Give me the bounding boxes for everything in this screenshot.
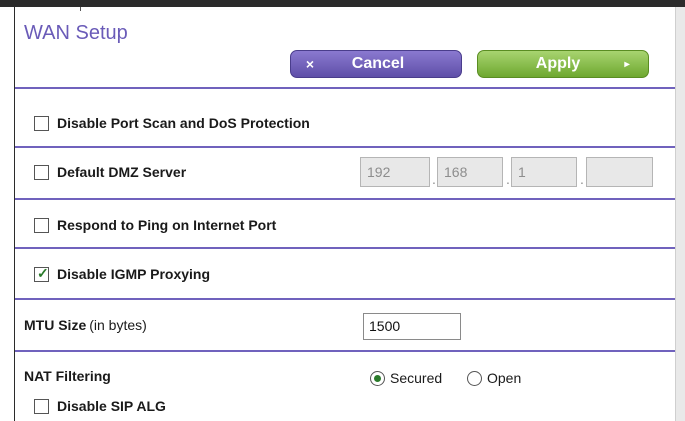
mtu-label: MTU Size [24,317,87,333]
divider [15,350,675,352]
apply-button[interactable]: Apply ▸ [477,50,649,78]
ping-row: Respond to Ping on Internet Port [34,217,276,233]
checkmark-icon: ✓ [37,264,49,281]
dmz-ip-octet-4[interactable] [586,157,653,187]
nat-filtering-label: NAT Filtering [24,368,111,384]
ip-separator: . [580,171,584,187]
divider [15,87,675,89]
dmz-checkbox[interactable] [34,164,49,180]
mtu-input[interactable]: 1500 [363,313,461,340]
dmz-row: Default DMZ Server [34,164,186,180]
sip-alg-checkbox[interactable] [34,398,49,414]
apply-button-label: Apply [535,55,581,72]
radio-selected-dot [374,374,381,382]
sip-alg-row: Disable SIP ALG [34,398,166,414]
igmp-label: Disable IGMP Proxying [57,266,211,282]
nat-secured-radio[interactable] [370,370,385,386]
nat-open-label: Open [487,370,522,386]
cancel-button-label: Cancel [351,55,405,72]
nat-filtering-row: NAT Filtering [24,368,111,384]
igmp-row: ✓ Disable IGMP Proxying [34,264,211,282]
divider [15,146,675,148]
window-frame-left [14,7,15,421]
divider [15,198,675,200]
port-scan-row: Disable Port Scan and DoS Protection [34,115,310,131]
nat-secured-label: Secured [390,370,443,386]
cancel-button[interactable]: × Cancel [290,50,462,78]
close-icon: × [305,56,315,72]
ip-separator: . [506,171,510,187]
sip-alg-label: Disable SIP ALG [57,398,166,414]
frame-tick [80,7,81,11]
scrollbar-track[interactable] [675,7,685,421]
dmz-ip-octet-1[interactable]: 192 [360,157,430,187]
ip-separator: . [432,171,436,187]
mtu-row: MTU Size (in bytes) [24,317,147,333]
port-scan-label: Disable Port Scan and DoS Protection [57,115,310,131]
nat-open-radio[interactable] [467,370,482,386]
page-title: WAN Setup [24,22,128,44]
divider [15,247,675,249]
ping-label: Respond to Ping on Internet Port [57,217,277,233]
divider [15,298,675,300]
dmz-label: Default DMZ Server [57,164,187,180]
nat-secured-option[interactable]: Secured [370,370,442,386]
dmz-ip-octet-3[interactable]: 1 [511,157,577,187]
arrow-right-icon: ▸ [624,58,630,70]
nat-open-option[interactable]: Open [467,370,521,386]
igmp-checkbox[interactable]: ✓ [34,264,49,282]
port-scan-checkbox[interactable] [34,115,49,131]
dmz-ip-octet-2[interactable]: 168 [437,157,503,187]
mtu-unit: (in bytes) [89,317,147,333]
window-frame-top [0,0,685,7]
ping-checkbox[interactable] [34,217,49,233]
